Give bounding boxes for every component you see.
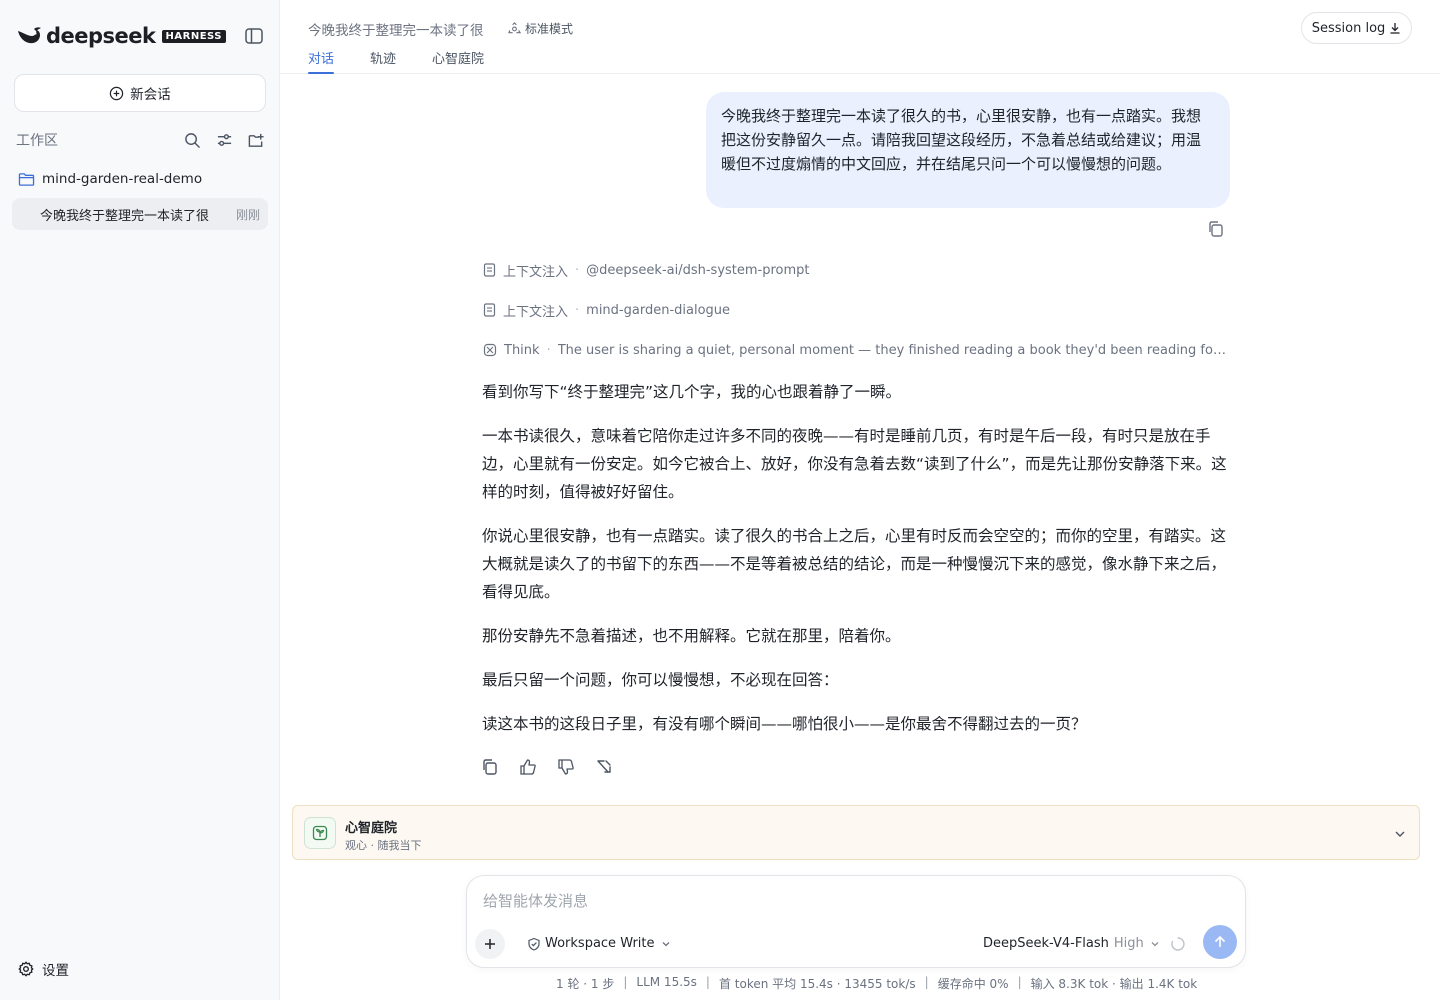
mode-label: 标准模式 xyxy=(525,22,574,36)
think-row[interactable]: Think · The user is sharing a quiet, per… xyxy=(483,340,1228,360)
new-folder-icon[interactable] xyxy=(246,130,266,150)
mind-garden-title: 心智庭院 xyxy=(345,821,398,836)
new-chat-button[interactable]: 新会话 xyxy=(14,74,266,112)
branch-icon[interactable] xyxy=(595,758,613,776)
workspace-title: 工作区 xyxy=(16,133,58,149)
settings-button[interactable]: 设置 xyxy=(18,958,69,980)
send-button[interactable] xyxy=(1203,925,1237,959)
chevron-down-icon[interactable] xyxy=(1393,826,1407,840)
session-log-label: Session log xyxy=(1311,20,1386,36)
shield-icon xyxy=(528,937,540,951)
sprout-icon xyxy=(304,817,336,849)
answer-paragraph: 你说心里很安静，也有一点踏实。读了很久的书合上之后，心里有时反而会空空的；而你的… xyxy=(482,527,1227,601)
search-icon[interactable] xyxy=(182,130,202,150)
plus-circle-icon xyxy=(110,86,124,100)
workspace-folder[interactable]: mind-garden-real-demo xyxy=(18,168,202,190)
permission-label: Workspace Write xyxy=(545,936,655,951)
answer-paragraph: 看到你写下“终于整理完”这几个字，我的心也跟着静了一瞬。 xyxy=(482,383,902,401)
user-message: 今晚我终于整理完一本读了很久的书，心里很安静，也有一点踏实。我想把这份安静留久一… xyxy=(706,92,1230,208)
answer-paragraph: 读这本书的这段日子里，有没有哪个瞬间——哪怕很小——是你最舍不得翻过去的一页？ xyxy=(482,715,1087,733)
assistant-message: 看到你写下“终于整理完”这几个字，我的心也跟着静了一瞬。 一本书读很久，意味着它… xyxy=(482,378,1230,754)
loading-spinner-icon xyxy=(1170,936,1186,952)
think-label: Think xyxy=(504,342,540,358)
recycle-mode-icon xyxy=(508,22,521,34)
folder-icon xyxy=(18,172,35,186)
chevron-down-icon xyxy=(1151,941,1159,946)
folder-name: mind-garden-real-demo xyxy=(42,171,203,187)
tab-trajectory[interactable]: 轨迹 xyxy=(370,48,396,74)
document-icon xyxy=(483,303,496,317)
effort-label: High xyxy=(1113,936,1144,951)
context-injection-detail: @deepseek-ai/dsh-system-prompt xyxy=(586,262,810,278)
status-cache-hit: 缓存命中 0% xyxy=(937,977,1009,991)
mind-garden-subtitle: 观心 · 随我当下 xyxy=(345,839,422,852)
context-injection-label: 上下文注入 xyxy=(503,304,569,320)
status-steps: 1 轮 · 1 步 xyxy=(556,977,615,991)
brand-logo[interactable]: deepseek HARNESS xyxy=(16,24,226,48)
tab-dialogue[interactable]: 对话 xyxy=(308,48,335,74)
arrow-up-icon xyxy=(1214,935,1226,947)
settings-label: 设置 xyxy=(42,963,69,979)
model-selector[interactable]: DeepSeek-V4-Flash High xyxy=(983,936,1161,951)
new-chat-label: 新会话 xyxy=(130,87,171,103)
mind-garden-panel[interactable]: 心智庭院 观心 · 随我当下 xyxy=(292,805,1420,860)
answer-paragraph: 最后只留一个问题，你可以慢慢想，不必现在回答： xyxy=(482,671,839,689)
status-first-token: 首 token 平均 15.4s · 13455 tok/s xyxy=(718,977,916,991)
think-summary: The user is sharing a quiet, personal mo… xyxy=(557,342,1228,358)
sidebar: deepseek HARNESS 新会话 工作区 mind-garden-rea… xyxy=(0,0,280,1000)
attach-button[interactable] xyxy=(475,929,505,959)
run-status-bar: 1 轮 · 1 步 | LLM 15.5s | 首 token 平均 15.4s… xyxy=(556,975,1198,991)
context-injection-label: 上下文注入 xyxy=(503,264,569,280)
view-tabs: 对话 轨迹 心智庭院 xyxy=(308,48,520,74)
session-log-button[interactable]: Session log xyxy=(1301,12,1412,44)
download-icon xyxy=(1390,23,1400,34)
session-time: 刚刚 xyxy=(235,207,260,222)
message-actions xyxy=(481,758,633,776)
model-label: DeepSeek-V4-Flash xyxy=(983,936,1109,951)
status-llm-time: LLM 15.5s xyxy=(636,975,697,989)
sidebar-toggle-icon[interactable] xyxy=(244,27,264,45)
tab-mind-garden[interactable]: 心智庭院 xyxy=(432,48,484,74)
context-injection-row[interactable]: 上下文注入 · mind-garden-dialogue xyxy=(483,300,730,320)
mode-indicator[interactable]: 标准模式 xyxy=(508,20,573,37)
conversation-title[interactable]: 今晚我终于整理完一本读了很 xyxy=(308,19,484,39)
conversation-header: 今晚我终于整理完一本读了很 标准模式 对话 轨迹 心智庭院 Session lo… xyxy=(280,0,1440,74)
gear-icon xyxy=(18,961,34,977)
document-icon xyxy=(483,263,496,277)
permission-dropdown[interactable]: Workspace Write xyxy=(527,936,676,951)
thumbs-up-icon[interactable] xyxy=(519,758,537,776)
answer-paragraph: 那份安静先不急着描述，也不用解释。它就在那里，陪着你。 xyxy=(482,627,901,645)
brain-think-icon xyxy=(483,343,497,357)
session-title: 今晚我终于整理完一本读了很 xyxy=(40,208,210,224)
brand-badge: HARNESS xyxy=(161,29,226,43)
chevron-down-icon xyxy=(662,941,669,946)
whale-logo-icon xyxy=(18,27,41,44)
status-tokens: 输入 8.3K tok · 输出 1.4K tok xyxy=(1030,977,1198,991)
context-injection-detail: mind-garden-dialogue xyxy=(586,302,731,318)
context-injection-row[interactable]: 上下文注入 · @deepseek-ai/dsh-system-prompt xyxy=(483,260,810,280)
thumbs-down-icon[interactable] xyxy=(557,758,575,776)
workspace-header: 工作区 xyxy=(16,130,266,150)
plus-icon xyxy=(485,939,495,949)
message-input[interactable] xyxy=(483,888,1223,914)
brand-name: deepseek xyxy=(46,24,156,48)
answer-paragraph: 一本书读很久，意味着它陪你走过许多不同的夜晚——有时是睡前几页，有时是午后一段，… xyxy=(482,427,1227,501)
copy-icon[interactable] xyxy=(1207,220,1225,238)
copy-icon[interactable] xyxy=(481,758,499,776)
message-composer: Workspace Write DeepSeek-V4-Flash High xyxy=(466,875,1246,968)
filter-sliders-icon[interactable] xyxy=(214,130,234,150)
session-item[interactable]: 今晚我终于整理完一本读了很 刚刚 xyxy=(12,198,268,230)
